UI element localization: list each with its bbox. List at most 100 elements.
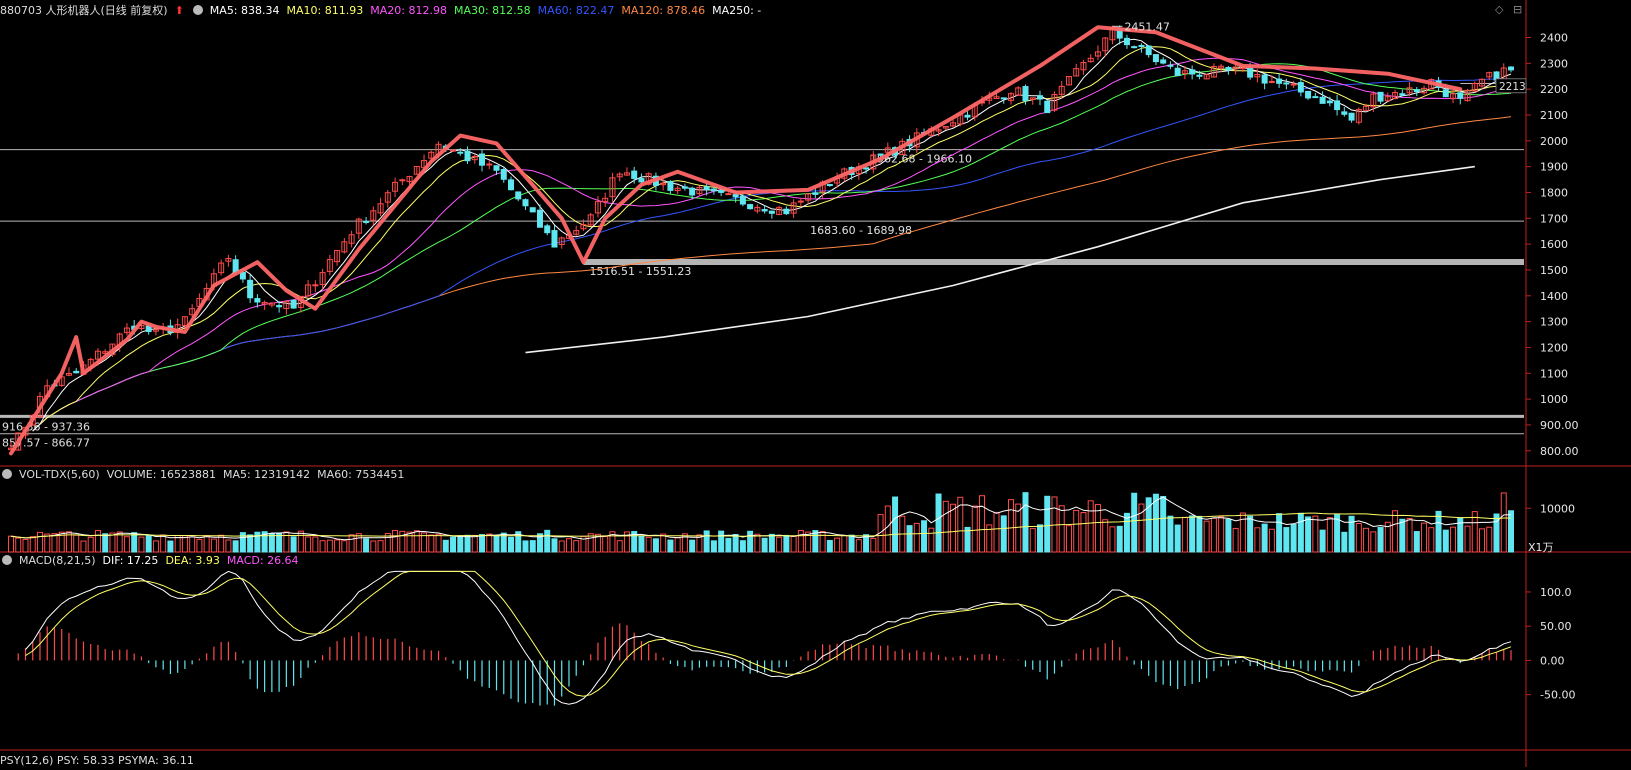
volume-bar bbox=[1435, 510, 1442, 553]
price-panel-header: 880703 人形机器人(日线 前复权) ⬆ MA5: 838.34 MA10: 81… bbox=[0, 2, 775, 20]
volume-panel-header: VOL-TDX(5,60) VOLUME: 16523881 MA5: 123191… bbox=[0, 466, 418, 484]
volume-bar bbox=[290, 536, 297, 553]
candle-body bbox=[232, 259, 239, 273]
diamond-icon[interactable]: ◇ bbox=[1495, 3, 1503, 16]
psy-panel-header: PSY(12,6) PSY: 58.33 PSYMA: 36.11 bbox=[0, 752, 201, 770]
candle-body bbox=[826, 184, 833, 187]
volume-bar bbox=[450, 536, 457, 553]
ma5-line bbox=[32, 38, 1512, 432]
stock-chart[interactable]: 800.00 900.00 1000 1100 1200 1300 1400 1500 1600… bbox=[0, 0, 1631, 767]
volume-bar bbox=[1109, 526, 1116, 553]
volume-bar bbox=[1102, 519, 1109, 553]
volume-bar bbox=[1290, 523, 1297, 553]
volume-bar bbox=[1196, 515, 1203, 553]
volume-bar bbox=[971, 505, 978, 553]
candle-body bbox=[1022, 86, 1029, 102]
macd-legend-1: DIF: 17.25 bbox=[102, 554, 159, 567]
support-label-2: 1516.51 - 1551.23 bbox=[589, 265, 691, 278]
volume-bar bbox=[1094, 504, 1101, 553]
volume-bar bbox=[1377, 526, 1384, 553]
ma-legend-1: MA10: 811.93 bbox=[286, 4, 364, 17]
candle-body bbox=[1326, 100, 1333, 104]
ma120-line bbox=[32, 116, 1512, 432]
candle-body bbox=[768, 210, 775, 214]
price-tick-label: 1700 bbox=[1540, 212, 1568, 225]
candle-body bbox=[1283, 82, 1290, 85]
candle-body bbox=[747, 204, 754, 210]
settings-circle-icon[interactable] bbox=[192, 5, 203, 15]
volume-bar bbox=[508, 536, 514, 553]
volume-bar bbox=[1232, 527, 1239, 553]
candle-body bbox=[761, 209, 768, 212]
candle-body bbox=[551, 230, 558, 248]
volume-bar bbox=[848, 534, 855, 553]
volume-bar bbox=[1181, 516, 1188, 553]
candle-body bbox=[1000, 97, 1007, 100]
candle-body bbox=[1167, 64, 1174, 67]
settings-circle-icon[interactable] bbox=[2, 555, 12, 565]
volume-bar bbox=[189, 536, 196, 553]
candle-body bbox=[1276, 78, 1283, 84]
volume-bar bbox=[1203, 520, 1210, 553]
volume-bar bbox=[73, 534, 80, 553]
volume-bar bbox=[1370, 531, 1377, 553]
candle-body bbox=[1123, 37, 1130, 46]
volume-bar bbox=[1413, 531, 1420, 553]
volume-bar bbox=[370, 540, 377, 553]
volume-bar bbox=[645, 536, 652, 553]
volume-bar bbox=[152, 540, 159, 553]
candle-body bbox=[718, 189, 725, 193]
volume-bar bbox=[297, 530, 304, 553]
price-tick-label: 1800 bbox=[1540, 186, 1568, 199]
volume-bar bbox=[884, 505, 891, 553]
volume-bar bbox=[471, 534, 478, 553]
candle-body bbox=[500, 168, 507, 180]
price-tick-label: 2100 bbox=[1540, 109, 1568, 122]
volume-bar bbox=[319, 540, 326, 553]
volume-bar bbox=[51, 533, 58, 553]
price-tick-label: 1100 bbox=[1540, 367, 1568, 380]
candle-body bbox=[1377, 91, 1384, 102]
candle-body bbox=[1261, 74, 1268, 84]
volume-bar bbox=[486, 533, 493, 553]
volume-bar bbox=[1450, 526, 1457, 553]
volume-bar bbox=[1189, 515, 1196, 553]
candle-body bbox=[254, 298, 261, 303]
volume-bar bbox=[312, 536, 319, 553]
support-label-3: 1683.60 - 1689.98 bbox=[810, 224, 912, 237]
volume-bar bbox=[1210, 517, 1217, 553]
candle-body bbox=[1160, 59, 1167, 64]
volume-bar bbox=[1268, 528, 1275, 553]
collapse-icon[interactable]: ⊟ bbox=[1513, 3, 1522, 16]
volume-bar bbox=[1167, 515, 1174, 553]
volume-bar bbox=[761, 537, 768, 553]
volume-bar bbox=[1479, 528, 1486, 553]
candle-body bbox=[1036, 95, 1043, 100]
volume-bar bbox=[109, 532, 116, 553]
candle-body bbox=[247, 279, 254, 299]
volume-bar bbox=[160, 534, 167, 553]
volume-bar bbox=[718, 530, 725, 553]
settings-circle-icon[interactable] bbox=[2, 469, 12, 479]
price-tick-label: 1500 bbox=[1540, 264, 1568, 277]
volume-bar bbox=[913, 522, 920, 553]
candle-body bbox=[689, 187, 696, 196]
volume-bar bbox=[783, 534, 790, 553]
macd-tick-label: -50.00 bbox=[1540, 689, 1575, 702]
volume-bar bbox=[1160, 495, 1167, 553]
volume-bar bbox=[826, 540, 833, 553]
candle-body bbox=[1131, 46, 1138, 49]
candle-body bbox=[1457, 92, 1464, 99]
volume-bar bbox=[870, 537, 877, 553]
candle-body bbox=[493, 165, 500, 171]
volume-bar bbox=[544, 529, 551, 553]
volume-unit-label: X1万 bbox=[1528, 541, 1554, 554]
volume-bar bbox=[776, 536, 783, 553]
volume-bar bbox=[703, 530, 710, 553]
volume-bar bbox=[522, 540, 529, 553]
candle-body bbox=[73, 370, 80, 374]
macd-panel-header: MACD(8,21,5) DIF: 17.25 DEA: 3.93 MACD: 26.… bbox=[0, 552, 313, 570]
volume-bar bbox=[464, 534, 471, 553]
volume-bar bbox=[1399, 518, 1406, 553]
volume-bar bbox=[1225, 518, 1232, 553]
